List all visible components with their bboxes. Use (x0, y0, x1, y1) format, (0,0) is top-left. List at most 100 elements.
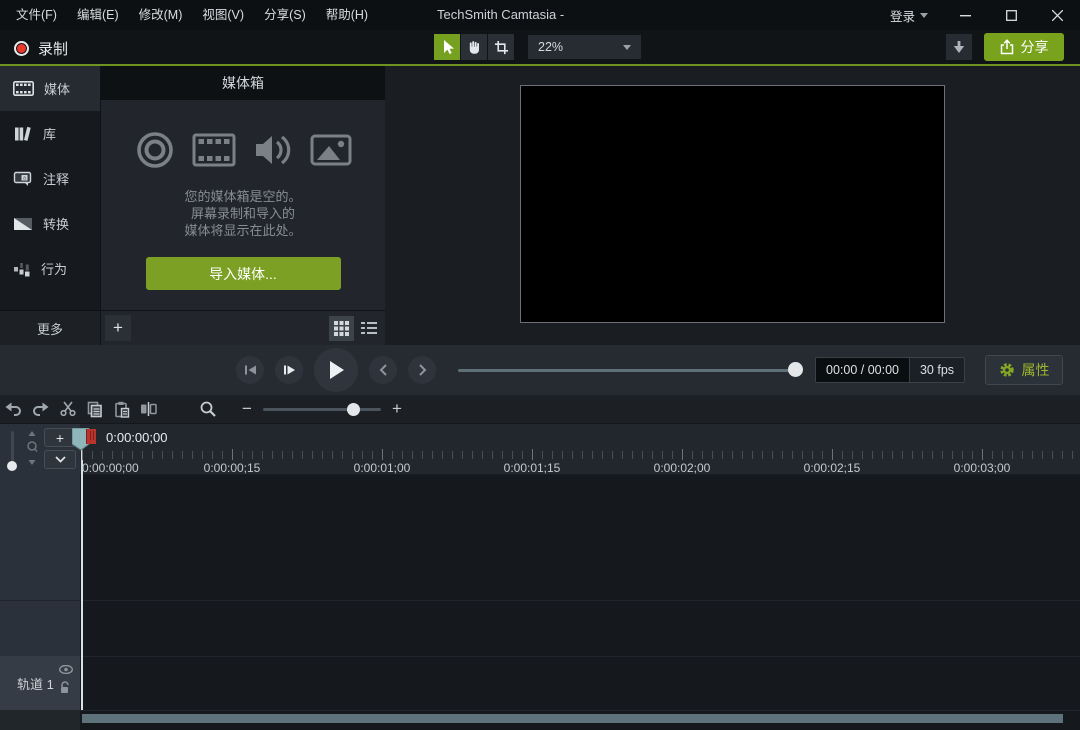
ruler-tick (712, 451, 713, 459)
empty-text-line: 您的媒体箱是空的。 (184, 188, 301, 205)
library-icon (13, 126, 33, 142)
previous-frame-button[interactable] (236, 356, 264, 384)
fps-display[interactable]: 30 fps (909, 358, 964, 382)
zoom-to-fit-icon[interactable] (25, 431, 39, 465)
preview-stage[interactable] (520, 85, 945, 323)
playhead-out-flag[interactable] (86, 429, 96, 444)
properties-button[interactable]: 属性 (985, 355, 1063, 385)
sidebar-more-button[interactable]: 更多 (0, 310, 100, 345)
timeline-zoom-in-button[interactable]: + (385, 399, 409, 419)
ruler-tick (132, 451, 133, 459)
crop-icon (494, 40, 509, 55)
ruler-tick (552, 451, 553, 459)
ruler-tick (382, 449, 383, 460)
share-button[interactable]: 分享 (984, 33, 1064, 61)
ruler-tick (172, 451, 173, 459)
ruler-tick (372, 451, 373, 459)
filmstrip-icon (192, 133, 236, 167)
sidebar-item-media[interactable]: 媒体 (0, 66, 100, 111)
track-header[interactable]: 轨道 1 (0, 656, 80, 710)
redo-button[interactable] (27, 395, 54, 423)
ruler-tick (742, 451, 743, 459)
minimize-button[interactable] (942, 0, 988, 30)
menu-view[interactable]: 视图(V) (192, 0, 254, 30)
ruler-tick (852, 451, 853, 459)
sidebar-item-annotations[interactable]: a 注释 (0, 156, 100, 201)
ruler-tick (772, 451, 773, 459)
record-button[interactable]: 录制 (8, 35, 74, 61)
ruler-tick (342, 451, 343, 459)
ruler-tick (572, 451, 573, 459)
menu-file[interactable]: 文件(F) (6, 0, 67, 30)
timeline-tracks-area[interactable] (80, 474, 1080, 730)
playback-scrubber[interactable] (458, 369, 802, 372)
record-icon (14, 41, 29, 56)
split-button[interactable] (135, 395, 162, 423)
track-height-knob[interactable] (7, 461, 17, 471)
menu-modify[interactable]: 修改(M) (129, 0, 193, 30)
canvas-zoom-select[interactable]: 22% (528, 35, 641, 59)
timeline-toolbar: − + (0, 395, 1080, 424)
speaker-icon (253, 132, 293, 168)
ruler-tick (222, 451, 223, 459)
menu-share[interactable]: 分享(S) (254, 0, 316, 30)
ruler-tick (682, 449, 683, 460)
crop-tool-button[interactable] (488, 34, 514, 60)
add-media-button[interactable]: + (105, 315, 131, 341)
grid-view-button[interactable] (329, 316, 354, 341)
sidebar-item-library[interactable]: 库 (0, 111, 100, 156)
list-view-button[interactable] (356, 316, 381, 341)
ruler-tick (522, 451, 523, 459)
jump-forward-button[interactable] (408, 356, 436, 384)
ruler-tick (732, 451, 733, 459)
pan-tool-button[interactable] (461, 34, 487, 60)
ruler-tick (592, 451, 593, 459)
timeline-zoom-out-button[interactable]: − (235, 399, 259, 419)
menu-bar: 文件(F) 编辑(E) 修改(M) 视图(V) 分享(S) 帮助(H) (0, 0, 378, 30)
undo-button[interactable] (0, 395, 27, 423)
ruler-tick (882, 451, 883, 459)
copy-button[interactable] (81, 395, 108, 423)
sidebar-item-transitions[interactable]: 转换 (0, 201, 100, 246)
track-visibility-eye-icon[interactable] (59, 665, 73, 674)
playback-scrubber-knob[interactable] (788, 362, 803, 377)
play-button[interactable] (314, 348, 358, 392)
ruler-tick (322, 451, 323, 459)
track-height-slider[interactable] (11, 431, 14, 465)
ruler-tick (982, 449, 983, 460)
ruler-tick (472, 451, 473, 459)
timeline-horizontal-scrollbar[interactable] (82, 714, 1063, 723)
close-button[interactable] (1034, 0, 1080, 30)
ruler-tick (792, 451, 793, 459)
jump-back-button[interactable] (369, 356, 397, 384)
timeline-zoom-button[interactable] (194, 395, 221, 423)
ruler-tick (462, 451, 463, 459)
track-lock-icon[interactable] (59, 681, 71, 694)
paste-button[interactable] (108, 395, 135, 423)
timeline-zoom-knob[interactable] (347, 403, 360, 416)
track-options-button[interactable] (44, 450, 76, 469)
ruler-label: 0:00:03;00 (954, 461, 1011, 475)
import-media-button[interactable]: 导入媒体... (146, 257, 341, 290)
maximize-button[interactable] (988, 0, 1034, 30)
timeline-zoom-slider[interactable] (263, 408, 381, 411)
login-button[interactable]: 登录 (876, 0, 942, 30)
step-forward-icon (283, 364, 296, 376)
select-tool-button[interactable] (434, 34, 460, 60)
ruler-tick (952, 451, 953, 459)
step-forward-button[interactable] (275, 356, 303, 384)
sidebar-item-label: 行为 (41, 259, 67, 278)
menu-help[interactable]: 帮助(H) (316, 0, 378, 30)
media-bin-empty-state: 您的媒体箱是空的。 屏幕录制和导入的 媒体将显示在此处。 导入媒体... (101, 100, 385, 310)
ruler-tick (362, 451, 363, 459)
maximize-icon (1006, 10, 1017, 21)
ruler-tick (692, 451, 693, 459)
download-button[interactable] (946, 34, 972, 60)
cut-button[interactable] (54, 395, 81, 423)
sidebar-item-behaviors[interactable]: 行为 (0, 246, 100, 291)
redo-icon (32, 402, 49, 416)
previous-frame-icon (244, 364, 257, 376)
media-bin-panel: 媒体箱 (100, 66, 385, 345)
ruler-tick (612, 451, 613, 459)
menu-edit[interactable]: 编辑(E) (67, 0, 129, 30)
